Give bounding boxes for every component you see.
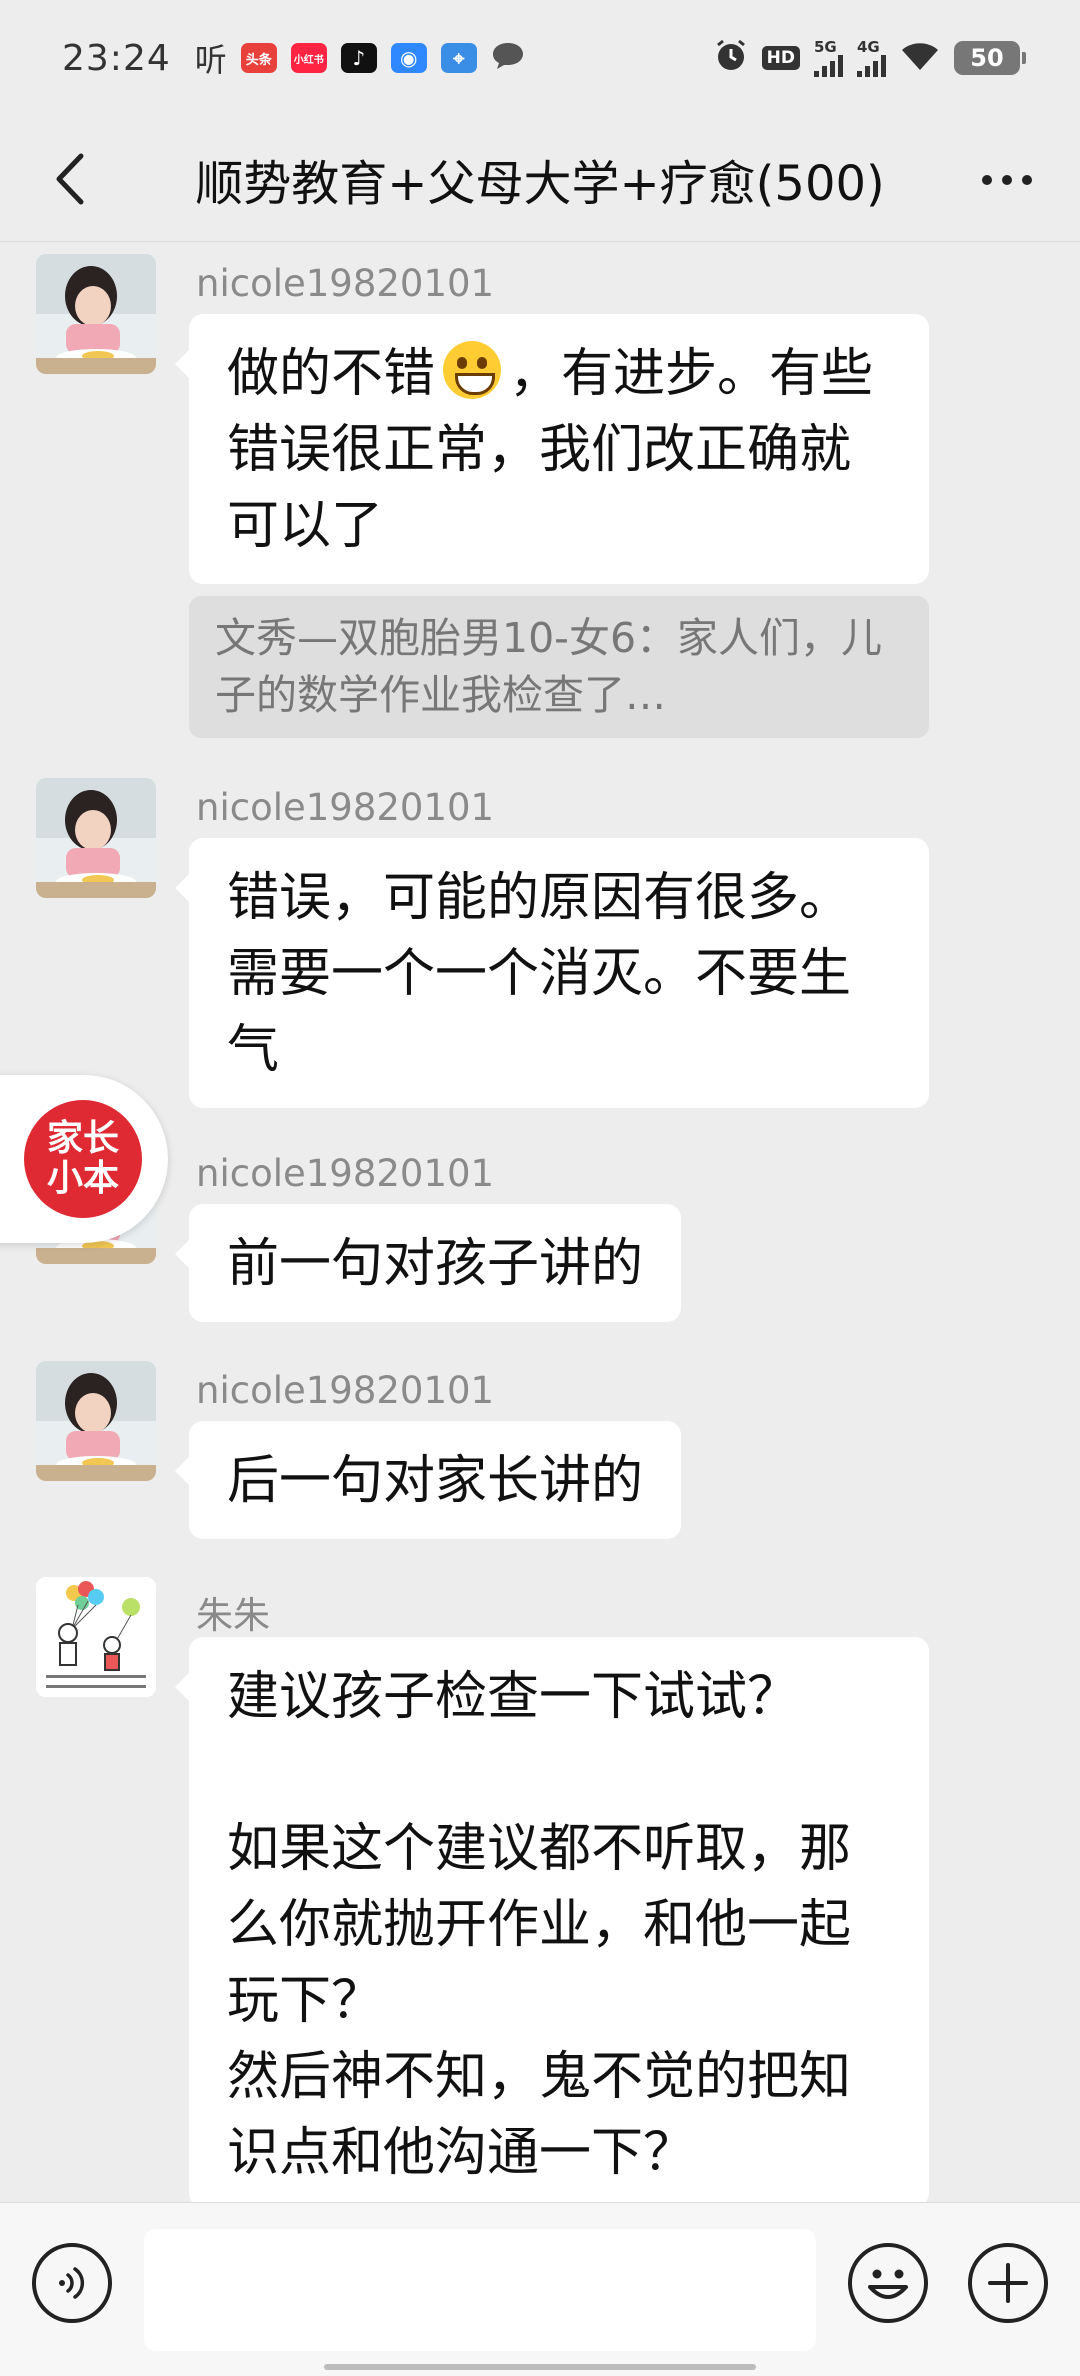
parent-notebook-floating-button[interactable]: 家长 小本 — [0, 1075, 168, 1243]
browser-app-icon: ◉ — [390, 43, 427, 73]
plus-icon — [988, 2263, 1028, 2303]
battery-icon: 50 — [954, 41, 1026, 75]
maps-app-icon: ⌖ — [440, 43, 477, 73]
xiaohongshu-app-icon: 小红书 — [290, 43, 327, 73]
5g-label: 5G — [814, 37, 837, 56]
emoji-button[interactable] — [848, 2243, 928, 2323]
system-status: HD 5G 4G 50 — [714, 37, 1026, 77]
cartoon-balloons-avatar-image — [36, 1577, 156, 1697]
badge-line-2: 小本 — [46, 1158, 119, 1199]
back-arrow-icon — [56, 153, 84, 205]
message-bubble[interactable]: 建议孩子检查一下试试？ 如果这个建议都不听取，那么你就抛开作业，和他一起玩下？ … — [175, 1637, 929, 2207]
voice-input-button[interactable] — [32, 2243, 112, 2323]
message-text: 做的不错 — [227, 344, 436, 404]
message-bubble[interactable]: 后一句对家长讲的 — [174, 1421, 682, 1539]
sender-name: nicole19820101 — [196, 262, 495, 305]
avatar[interactable] — [36, 1577, 156, 1697]
notification-icons: 听 头条 小红书 ♪ ◉ ⌖ — [195, 35, 525, 81]
quoted-message[interactable]: 文秀—双胞胎男10-女6：家人们，儿子的数学作业我检查了… — [189, 596, 929, 738]
home-indicator[interactable] — [324, 2364, 756, 2370]
smiley-icon — [868, 2269, 908, 2299]
message-bubble[interactable]: 做的不错 ，有进步。有些错误很正常，我们改正确就可以了 — [175, 314, 929, 584]
back-button[interactable] — [40, 146, 100, 212]
hd-icon: HD — [761, 46, 800, 70]
message-text: 如果这个建议都不听取，那么你就抛开作业，和他一起玩下？ — [227, 1819, 852, 2031]
girl-avatar-image — [36, 1361, 156, 1481]
message-text: 然后神不知，鬼不觉的把知识点和他沟通一下？ — [227, 2047, 852, 2183]
chat-title: 顺势教育+父母大学+疗愈(500) — [195, 155, 885, 212]
4g-signal-icon: 4G — [857, 37, 886, 77]
chat-bubble-icon — [491, 41, 525, 75]
badge-line-1: 家长 — [46, 1118, 119, 1159]
avatar[interactable] — [36, 254, 156, 374]
wifi-icon — [900, 40, 940, 76]
message-bubble[interactable]: 错误，可能的原因有很多。需要一个一个消灭。不要生气 — [175, 838, 929, 1108]
sender-name: nicole19820101 — [196, 1152, 495, 1195]
chat-header: 顺势教育+父母大学+疗愈(500) — [0, 116, 1080, 242]
message-input[interactable] — [144, 2229, 816, 2351]
sender-name: nicole19820101 — [196, 786, 495, 829]
dot — [1022, 175, 1032, 185]
message-text: 建议孩子检查一下试试？ — [227, 1667, 800, 1727]
avatar[interactable] — [36, 778, 156, 898]
voice-icon — [59, 2267, 85, 2299]
avatar[interactable] — [36, 1361, 156, 1481]
message-bubble[interactable]: 前一句对孩子讲的 — [174, 1204, 682, 1322]
dot — [982, 175, 992, 185]
toutiao-app-icon: 头条 — [240, 43, 277, 73]
sender-name: nicole19820101 — [196, 1369, 495, 1412]
chat-input-bar — [0, 2202, 1080, 2376]
tiktok-app-icon: ♪ — [340, 43, 377, 73]
5g-signal-icon: 5G — [814, 37, 843, 77]
grinning-face-emoji-icon — [443, 341, 502, 399]
more-options-button[interactable] — [972, 152, 1042, 208]
status-bar: 23:24 听 头条 小红书 ♪ ◉ ⌖ HD 5G 4G 50 — [0, 0, 1080, 116]
alarm-icon — [714, 39, 748, 77]
girl-avatar-image — [36, 778, 156, 898]
sender-name: 朱朱 — [196, 1594, 270, 1637]
4g-label: 4G — [857, 37, 880, 56]
more-functions-button[interactable] — [968, 2243, 1048, 2323]
girl-avatar-image — [36, 254, 156, 374]
hearing-app-icon: 听 — [194, 41, 227, 79]
dot — [1002, 175, 1012, 185]
status-time: 23:24 — [62, 37, 171, 79]
parent-notebook-logo: 家长 小本 — [24, 1100, 142, 1218]
